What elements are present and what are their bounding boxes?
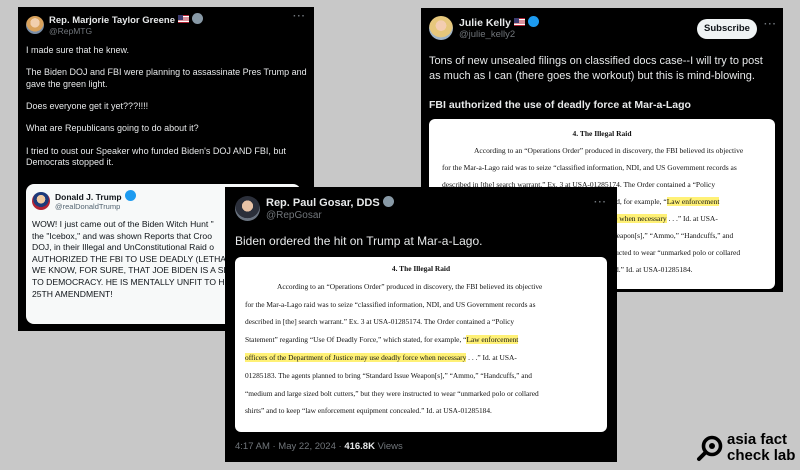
kelly-avatar[interactable] (429, 16, 453, 40)
asia-fact-check-lab-logo: asia fact check lab (696, 428, 796, 466)
quoted-author-name: Donald J. Trump (55, 192, 122, 202)
filing-line: described in [the] search warrant.” Ex. … (245, 317, 515, 327)
highlighted-text: Law enforcement (666, 197, 720, 206)
post-subheading: FBI authorized the use of deadly force a… (429, 99, 691, 111)
logo-line-2: check lab (727, 447, 796, 464)
more-options-icon[interactable]: ··· (293, 11, 306, 22)
post-meta: 4:17 AM · May 22, 2024 · 416.8K Views (235, 441, 403, 453)
filing-line: 01285183. The agents planned to bring “S… (245, 370, 532, 380)
post-text: Tons of new unsealed filings on classifi… (429, 55, 766, 82)
filing-text-run: . . .” Id. at USA- (466, 352, 517, 362)
more-options-icon[interactable]: ··· (594, 197, 607, 208)
us-flag-icon (178, 15, 190, 23)
filing-text-run: Statement” regarding “Use Of Deadly Forc… (245, 335, 467, 345)
post-header: Rep. Paul Gosar, DDS @RepGosar (235, 196, 394, 221)
post-header: Julie Kelly @julie_kelly2 (429, 16, 539, 40)
post-text: I made sure that he knew. The Biden DOJ … (26, 45, 307, 168)
filing-line: According to an “Operations Order” produ… (277, 281, 543, 291)
author-name[interactable]: Julie Kelly (459, 17, 511, 29)
author-name[interactable]: Rep. Paul Gosar, DDS (266, 197, 380, 209)
magnifier-logo-icon (697, 435, 723, 461)
subscribe-button[interactable]: Subscribe (697, 19, 757, 39)
filing-line: officers of the Department of Justice ma… (245, 349, 597, 367)
filing-line: Statement” regarding “Use Of Deadly Forc… (245, 331, 597, 349)
filing-heading: 4. The Illegal Raid (391, 264, 451, 273)
more-options-icon[interactable]: ··· (764, 19, 777, 30)
us-flag-icon (513, 18, 525, 26)
author-name[interactable]: Rep. Marjorie Taylor Greene (49, 15, 175, 26)
filing-text: 4. The Illegal Raid According to an “Ope… (245, 260, 597, 420)
verified-badge-icon (527, 16, 539, 27)
filing-line: “medium and large sized bolt cutters,” b… (245, 388, 539, 398)
highlighted-text: officers of the Department of Justice ma… (245, 352, 467, 362)
gosar-post-card[interactable]: Rep. Paul Gosar, DDS @RepGosar ··· Biden… (225, 187, 617, 462)
author-handle[interactable]: @RepMTG (49, 26, 203, 36)
verified-badge-icon (124, 190, 136, 201)
court-filing-image[interactable]: 4. The Illegal Raid According to an “Ope… (235, 257, 607, 432)
views-label: Views (374, 441, 403, 452)
verified-badge-icon (382, 196, 394, 207)
gosar-avatar[interactable] (235, 196, 260, 221)
author-handle[interactable]: @RepGosar (266, 210, 394, 221)
quoted-post-header: Donald J. Trump @realDonaldTrump (32, 190, 136, 211)
filing-text-run: . . .” Id. at USA- (666, 214, 718, 223)
post-header: Rep. Marjorie Taylor Greene @RepMTG (26, 13, 204, 36)
filing-heading: 4. The Illegal Raid (572, 129, 632, 138)
filing-line: for the Mar-a-Lago raid was to seize “cl… (245, 299, 536, 309)
verified-badge-icon (192, 13, 204, 24)
filing-line: shirts” and to keep “law enforcement equ… (245, 406, 492, 416)
filing-line: According to an “Operations Order” produ… (474, 146, 744, 155)
highlighted-text: Law enforcement (466, 335, 519, 345)
post-timestamp[interactable]: 4:17 AM · May 22, 2024 · (235, 441, 344, 452)
logo-line-1: asia fact (727, 431, 788, 448)
views-count: 416.8K (344, 441, 375, 452)
author-handle[interactable]: @julie_kelly2 (459, 29, 539, 40)
quoted-author-handle: @realDonaldTrump (55, 202, 121, 211)
mtg-avatar[interactable] (26, 15, 44, 34)
filing-line: for the Mar-a-Lago raid was to seize “cl… (442, 163, 737, 172)
post-text: Biden ordered the hit on Trump at Mar-a-… (235, 234, 483, 248)
trump-avatar (32, 191, 50, 210)
